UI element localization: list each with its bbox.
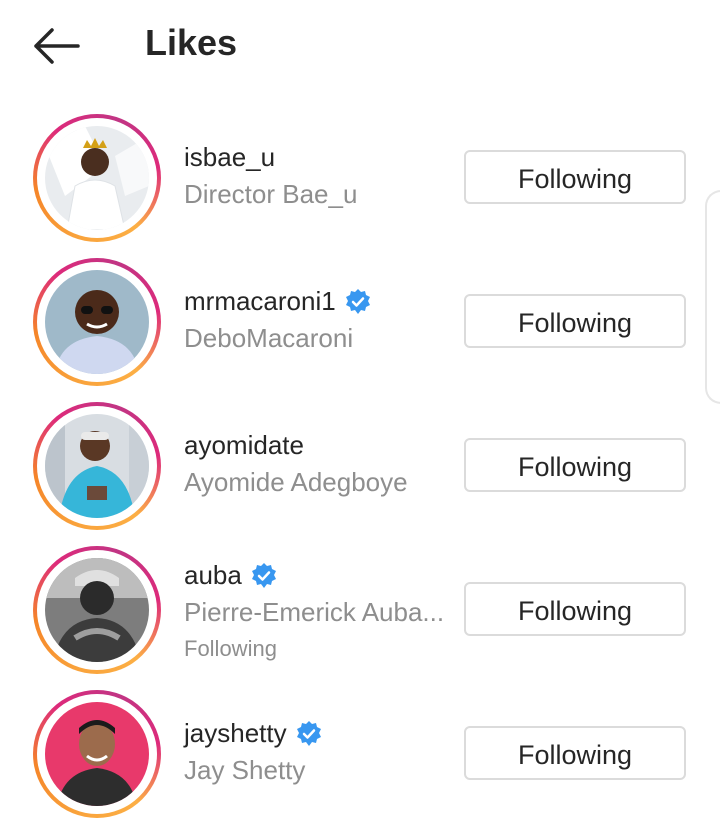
avatar (45, 702, 149, 806)
story-ring[interactable] (33, 258, 161, 386)
user-info[interactable]: jayshetty Jay Shetty (184, 718, 323, 786)
user-info[interactable]: isbae_u Director Bae_u (184, 142, 357, 210)
avatar (45, 126, 149, 230)
user-info[interactable]: mrmacaroni1 DeboMacaroni (184, 286, 372, 354)
list-item[interactable]: auba Pierre-Emerick Auba... Following Fo… (0, 544, 720, 688)
story-ring[interactable] (33, 690, 161, 818)
list-item[interactable]: ayomidate Ayomide Adegboye Following (0, 400, 720, 544)
story-ring[interactable] (33, 114, 161, 242)
full-name: Pierre-Emerick Auba... (184, 597, 445, 627)
full-name: Director Bae_u (184, 179, 358, 209)
story-ring[interactable] (33, 546, 161, 674)
page-title: Likes (145, 22, 238, 63)
full-name: Jay Shetty (184, 755, 306, 785)
verified-badge-icon (296, 720, 321, 746)
username: jayshetty (184, 718, 323, 749)
following-button[interactable]: Following (464, 726, 686, 780)
back-button[interactable] (30, 24, 82, 68)
following-button[interactable]: Following (464, 582, 686, 636)
list-item[interactable]: mrmacaroni1 DeboMacaroni Following (0, 256, 720, 400)
user-info[interactable]: ayomidate Ayomide Adegboye (184, 430, 408, 498)
verified-badge-icon (251, 562, 276, 588)
full-name: DeboMacaroni (184, 323, 354, 353)
avatar (45, 270, 149, 374)
username: isbae_u (184, 142, 276, 172)
user-info[interactable]: auba Pierre-Emerick Auba... Following (184, 560, 444, 662)
avatar (45, 558, 149, 662)
username: mrmacaroni1 (184, 286, 372, 317)
story-ring[interactable] (33, 402, 161, 530)
list-item[interactable]: jayshetty Jay Shetty Following (0, 688, 720, 832)
likes-list: isbae_u Director Bae_u Following mrmacar… (0, 112, 720, 832)
verified-badge-icon (345, 288, 370, 314)
following-button[interactable]: Following (464, 438, 686, 492)
side-panel-handle[interactable] (705, 190, 720, 404)
following-button[interactable]: Following (464, 294, 686, 348)
username: ayomidate (184, 430, 304, 460)
top-bar: Likes (0, 0, 720, 92)
username: auba (184, 560, 444, 591)
full-name: Ayomide Adegboye (184, 467, 408, 497)
follow-status-text: Following (184, 636, 277, 661)
arrow-left-icon (34, 28, 80, 64)
following-button[interactable]: Following (464, 150, 686, 204)
list-item[interactable]: isbae_u Director Bae_u Following (0, 112, 720, 256)
avatar (45, 414, 149, 518)
